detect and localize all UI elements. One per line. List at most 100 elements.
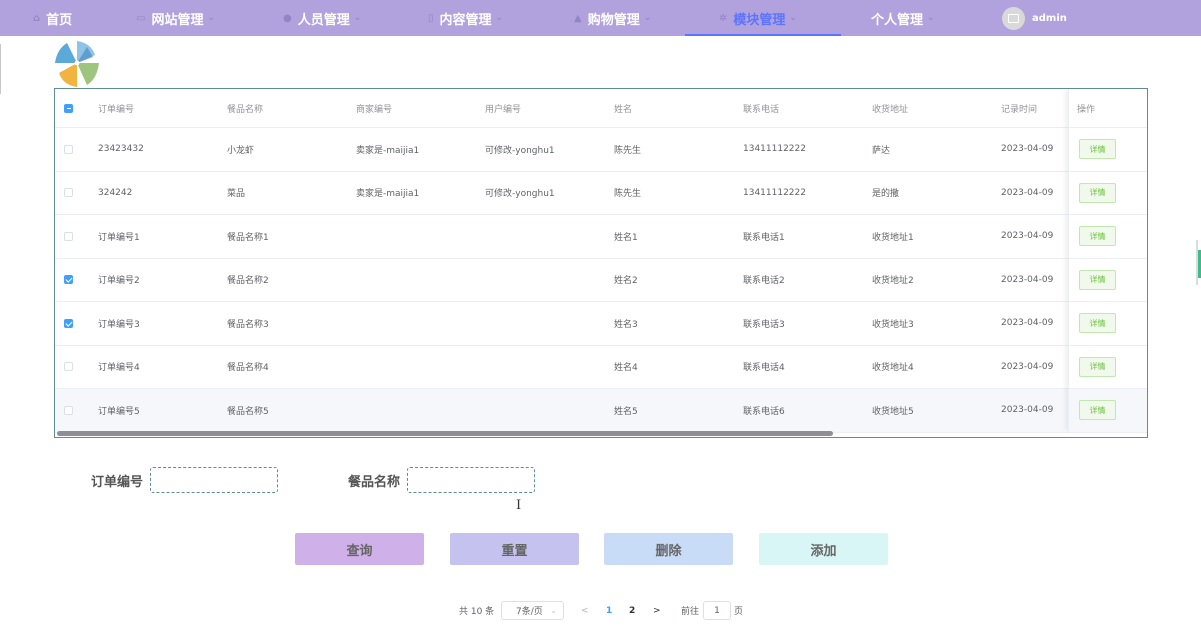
chevron-down-icon: ⌄ bbox=[927, 13, 935, 23]
cell-phone: 联系电话4 bbox=[743, 363, 785, 374]
nav-item-4[interactable]: ▲ 购物管理 ⌄ bbox=[574, 0, 651, 36]
action-cell: 详情 bbox=[1069, 172, 1147, 215]
page-size-select[interactable]: 7条/页 ⌄ bbox=[501, 601, 564, 620]
cell-user-no: 可修改-yonghu1 bbox=[485, 189, 555, 200]
row-checkbox[interactable] bbox=[64, 302, 73, 345]
top-nav: ⌂ 首页 ▭ 网站管理 ⌄ ● 人员管理 ⌄ ▯ 内容管理 ⌄ ▲ 购物管理 ⌄ ✲ 模块管理 ⌄ 个人管理 ⌄ a… bbox=[0, 0, 1201, 36]
page-2-button[interactable]: 2 bbox=[629, 601, 635, 620]
cell-phone: 联系电话1 bbox=[743, 232, 785, 243]
header-address: 收货地址 bbox=[872, 104, 909, 115]
cell-order-no: 订单编号5 bbox=[98, 406, 140, 417]
chevron-down-icon: ⌄ bbox=[643, 13, 652, 23]
cell-record-time: 2023-04-09 bbox=[1001, 318, 1054, 329]
nav-item-6[interactable]: 个人管理 ⌄ bbox=[871, 0, 935, 36]
detail-button[interactable]: 详情 bbox=[1079, 356, 1116, 377]
nav-item-label: 购物管理 bbox=[587, 12, 640, 28]
add-button[interactable]: 添加 bbox=[759, 533, 888, 565]
row-checkbox[interactable] bbox=[64, 128, 73, 171]
cell-dish-name: 餐品名称1 bbox=[227, 232, 269, 243]
user-icon: ● bbox=[283, 12, 292, 24]
row-checkbox[interactable] bbox=[64, 346, 73, 389]
table-row[interactable]: 订单编号3 餐品名称3 姓名3 联系电话3 收货地址3 2023-04-09 bbox=[55, 302, 1147, 346]
cell-phone: 13411112222 bbox=[743, 187, 806, 198]
detail-button[interactable]: 详情 bbox=[1079, 269, 1116, 290]
nav-item-3[interactable]: ▯ 内容管理 ⌄ bbox=[428, 0, 503, 36]
dish-name-input[interactable] bbox=[407, 467, 535, 493]
reset-button[interactable]: 重置 bbox=[450, 533, 579, 565]
table-row[interactable]: 324242 菜品 卖家是-maijia1 可修改-yonghu1 陈先生 1341111… bbox=[55, 172, 1147, 215]
document-icon: ▯ bbox=[428, 12, 434, 24]
text-cursor-icon: I bbox=[516, 498, 522, 513]
nav-item-label: 首页 bbox=[46, 12, 73, 28]
cell-name: 姓名5 bbox=[614, 406, 638, 417]
cell-order-no: 23423432 bbox=[98, 144, 144, 155]
cell-dish-name: 餐品名称5 bbox=[227, 406, 269, 417]
table-row[interactable]: 订单编号5 餐品名称5 姓名5 联系电话6 收货地址5 2023-04-09 bbox=[55, 389, 1147, 433]
user-menu[interactable]: admin bbox=[1002, 6, 1067, 30]
next-page-button[interactable]: > bbox=[653, 601, 661, 620]
detail-button[interactable]: 详情 bbox=[1079, 313, 1116, 334]
action-cell: 详情 bbox=[1069, 259, 1147, 302]
bag-icon: ▲ bbox=[574, 12, 582, 24]
table-row[interactable]: 订单编号2 餐品名称2 姓名2 联系电话2 收货地址2 2023-04-09 bbox=[55, 259, 1147, 302]
cell-record-time: 2023-04-09 bbox=[1001, 361, 1054, 372]
cell-name: 陈先生 bbox=[614, 145, 642, 156]
chevron-down-icon: ⌄ bbox=[353, 13, 362, 23]
row-checkbox[interactable] bbox=[64, 215, 73, 258]
cell-record-time: 2023-04-09 bbox=[1001, 231, 1054, 242]
select-all-checkbox[interactable] bbox=[64, 89, 73, 127]
cell-name: 姓名2 bbox=[614, 276, 638, 287]
chevron-down-icon: ⌄ bbox=[495, 13, 504, 23]
action-cell: 详情 bbox=[1069, 346, 1147, 389]
cell-dish-name: 菜品 bbox=[227, 189, 246, 200]
action-cell: 详情 bbox=[1069, 302, 1147, 346]
detail-button[interactable]: 详情 bbox=[1079, 182, 1116, 203]
header-phone: 联系电话 bbox=[743, 104, 780, 115]
action-cell: 详情 bbox=[1069, 128, 1147, 172]
row-checkbox[interactable] bbox=[64, 172, 73, 215]
cell-name: 姓名3 bbox=[614, 319, 638, 330]
nav-item-label: 个人管理 bbox=[871, 12, 924, 28]
table-row[interactable]: 订单编号1 餐品名称1 姓名1 联系电话1 收货地址1 2023-04-09 bbox=[55, 215, 1147, 259]
detail-button[interactable]: 详情 bbox=[1079, 400, 1116, 421]
horizontal-scrollbar[interactable] bbox=[57, 431, 833, 436]
header-user-no: 用户编号 bbox=[485, 104, 522, 115]
cell-record-time: 2023-04-09 bbox=[1001, 274, 1054, 285]
table-row[interactable]: 订单编号4 餐品名称4 姓名4 联系电话4 收货地址4 2023-04-09 bbox=[55, 346, 1147, 389]
gear-icon: ✲ bbox=[719, 12, 728, 24]
avatar[interactable] bbox=[1002, 6, 1025, 30]
goto-page-input[interactable] bbox=[703, 601, 731, 620]
cell-phone: 联系电话6 bbox=[743, 406, 785, 417]
row-checkbox[interactable] bbox=[64, 259, 73, 302]
cell-phone: 联系电话3 bbox=[743, 319, 785, 330]
table-row[interactable]: 23423432 小龙虾 卖家是-maijia1 可修改-yonghu1 陈先生 1341… bbox=[55, 128, 1147, 172]
cell-address: 收货地址5 bbox=[872, 406, 914, 417]
page-size-value: 7条/页 bbox=[516, 607, 543, 617]
cell-order-no: 订单编号4 bbox=[98, 363, 140, 374]
pagination-total: 共 10 条 bbox=[459, 607, 495, 617]
chevron-down-icon: ⌄ bbox=[550, 606, 557, 615]
detail-button[interactable]: 详情 bbox=[1079, 139, 1116, 160]
cell-phone: 13411112222 bbox=[743, 144, 806, 155]
delete-button[interactable]: 删除 bbox=[604, 533, 733, 565]
action-cell: 详情 bbox=[1069, 215, 1147, 259]
row-checkbox[interactable] bbox=[64, 389, 73, 432]
prev-page-button[interactable]: < bbox=[581, 601, 589, 620]
cell-order-no: 324242 bbox=[98, 187, 133, 198]
nav-item-2[interactable]: ● 人员管理 ⌄ bbox=[283, 0, 361, 36]
cell-record-time: 2023-04-09 bbox=[1001, 144, 1054, 155]
cell-address: 收货地址4 bbox=[872, 363, 914, 374]
nav-item-label: 内容管理 bbox=[439, 12, 492, 28]
cell-merchant-no: 卖家是-maijia1 bbox=[356, 145, 420, 156]
nav-item-0[interactable]: ⌂ 首页 bbox=[33, 0, 72, 36]
cell-merchant-no: 卖家是-maijia1 bbox=[356, 189, 420, 200]
query-button[interactable]: 查询 bbox=[295, 533, 424, 565]
cell-address: 收货地址2 bbox=[872, 276, 914, 287]
detail-button[interactable]: 详情 bbox=[1079, 226, 1116, 247]
page-1-button[interactable]: 1 bbox=[606, 601, 612, 620]
orders-table: 订单编号 餐品名称 商家编号 用户编号 姓名 联系电话 收货地址 记录时间 23… bbox=[54, 88, 1148, 438]
nav-item-5[interactable]: ✲ 模块管理 ⌄ bbox=[685, 0, 841, 36]
cell-address: 收货地址3 bbox=[872, 319, 914, 330]
order-no-input[interactable] bbox=[150, 467, 278, 493]
nav-item-1[interactable]: ▭ 网站管理 ⌄ bbox=[136, 0, 215, 36]
